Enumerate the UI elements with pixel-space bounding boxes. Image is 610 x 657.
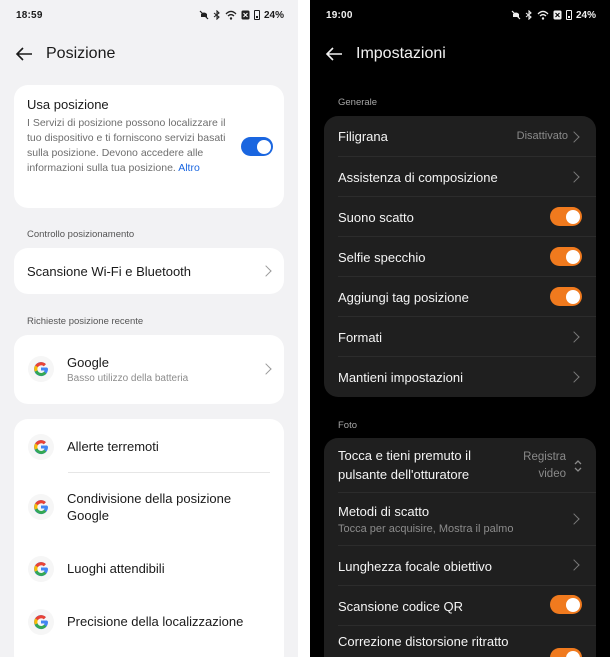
sim-icon [553,10,562,20]
google-icon [28,556,54,582]
camera-settings-screen: 19:00 24% Impostazioni Generale Filigran… [310,0,610,657]
shutter-sound-label: Suono scatto [338,209,414,225]
general-settings-card: Filigrana Disattivato Assistenza di comp… [324,116,596,397]
page-title: Impostazioni [356,45,446,62]
use-location-card: Usa posizione I Servizi di posizione pos… [14,85,284,208]
use-location-title: Usa posizione [27,97,109,112]
watermark-label: Filigrana [338,129,388,144]
capture-methods-row[interactable]: Metodi di scatto Tocca per acquisire, Mo… [324,493,596,545]
shutter-sound-toggle[interactable] [550,207,582,226]
back-button[interactable] [14,44,34,64]
capture-methods-sub: Tocca per acquisire, Mostra il palmo [338,522,514,535]
portrait-distortion-toggle[interactable] [550,648,582,657]
status-time: 19:00 [326,9,353,21]
recent-app-name: Google [67,355,109,370]
qr-scan-label: Scansione codice QR [338,598,464,614]
chevron-right-icon [260,363,272,375]
location-tag-toggle[interactable] [550,287,582,306]
section-general-label: Generale [338,97,378,108]
header: Impostazioni [310,38,610,70]
wifi-icon [225,10,237,20]
service-name: Luoghi attendibili [67,561,165,576]
battery-icon [565,10,572,20]
shutter-hold-label: Tocca e tieni premuto il pulsante dell'o… [338,448,471,482]
wifi-bluetooth-scan-row[interactable]: Scansione Wi-Fi e Bluetooth [14,248,284,294]
select-updown-icon [574,460,582,472]
photo-settings-card: Tocca e tieni premuto il pulsante dell'o… [324,438,596,657]
use-location-description: I Servizi di posizione possono localizza… [27,117,226,174]
shutter-hold-value: Registra video [523,451,566,480]
google-icon [28,356,54,382]
watermark-value: Disattivato [516,130,568,142]
service-earthquake-alerts[interactable]: Allerte terremoti [14,427,284,467]
more-link[interactable]: Altro [178,162,200,174]
focal-length-label: Lunghezza focale obiettivo [338,558,492,574]
service-name: Condivisione della posizione Google [67,491,232,523]
mirror-selfie-label: Selfie specchio [338,249,426,265]
service-name: Allerte terremoti [67,439,159,454]
keep-settings-row[interactable]: Mantieni impostazioni [324,357,596,397]
page-title: Posizione [46,45,116,62]
focal-length-row[interactable]: Lunghezza focale obiettivo [324,546,596,586]
battery-icon [253,10,260,20]
composition-assist-row[interactable]: Assistenza di composizione [324,157,596,197]
google-icon [28,609,54,635]
composition-assist-label: Assistenza di composizione [338,169,498,185]
service-trusted-places[interactable]: Luoghi attendibili [14,549,284,589]
service-name: Precisione della localizzazione [67,614,244,629]
capture-methods-label: Metodi di scatto [338,503,430,519]
wifi-bluetooth-scan-label: Scansione Wi-Fi e Bluetooth [27,263,192,279]
bluetooth-icon [525,10,532,20]
recent-app-sub: Basso utilizzo della batteria [67,373,189,384]
service-location-sharing[interactable]: Condivisione della posizione Google [14,481,284,533]
sim-icon [241,10,250,20]
portrait-distortion-label: Correzione distorsione ritratto [338,634,509,649]
google-icon [28,494,54,520]
google-icon [28,434,54,460]
mirror-selfie-toggle[interactable] [550,247,582,266]
keep-settings-label: Mantieni impostazioni [338,369,464,385]
google-services-card: Allerte terremoti Condivisione della pos… [14,419,284,657]
qr-scan-toggle[interactable] [550,595,582,614]
status-icons: 24% [511,10,596,21]
wifi-icon [537,10,549,20]
section-control-label: Controllo posizionamento [27,229,135,240]
location-tag-label: Aggiungi tag posizione [338,289,469,305]
divider [68,472,270,473]
status-time: 18:59 [16,9,43,21]
status-bar: 19:00 24% [310,0,610,30]
service-location-accuracy[interactable]: Precisione della localizzazione [14,602,284,642]
mute-icon [511,10,521,20]
location-settings-screen: 18:59 24% Posizione Usa posizione I Serv… [0,0,298,657]
recent-request-google[interactable]: Google Basso utilizzo della batteria [14,335,284,404]
mute-icon [199,10,209,20]
battery-percent: 24% [575,9,596,21]
back-arrow-icon [325,47,342,61]
back-button[interactable] [324,44,344,64]
formats-row[interactable]: Formati [324,317,596,357]
back-arrow-icon [15,47,32,61]
status-icons: 24% [199,10,284,21]
section-photo-label: Foto [338,420,358,431]
battery-percent: 24% [263,9,284,21]
formats-label: Formati [338,329,383,345]
screen-divider [298,0,310,657]
use-location-toggle[interactable] [241,137,273,156]
status-bar: 18:59 24% [0,0,298,30]
bluetooth-icon [213,10,220,20]
header: Posizione [0,38,298,70]
section-recent-label: Richieste posizione recente [27,316,144,327]
